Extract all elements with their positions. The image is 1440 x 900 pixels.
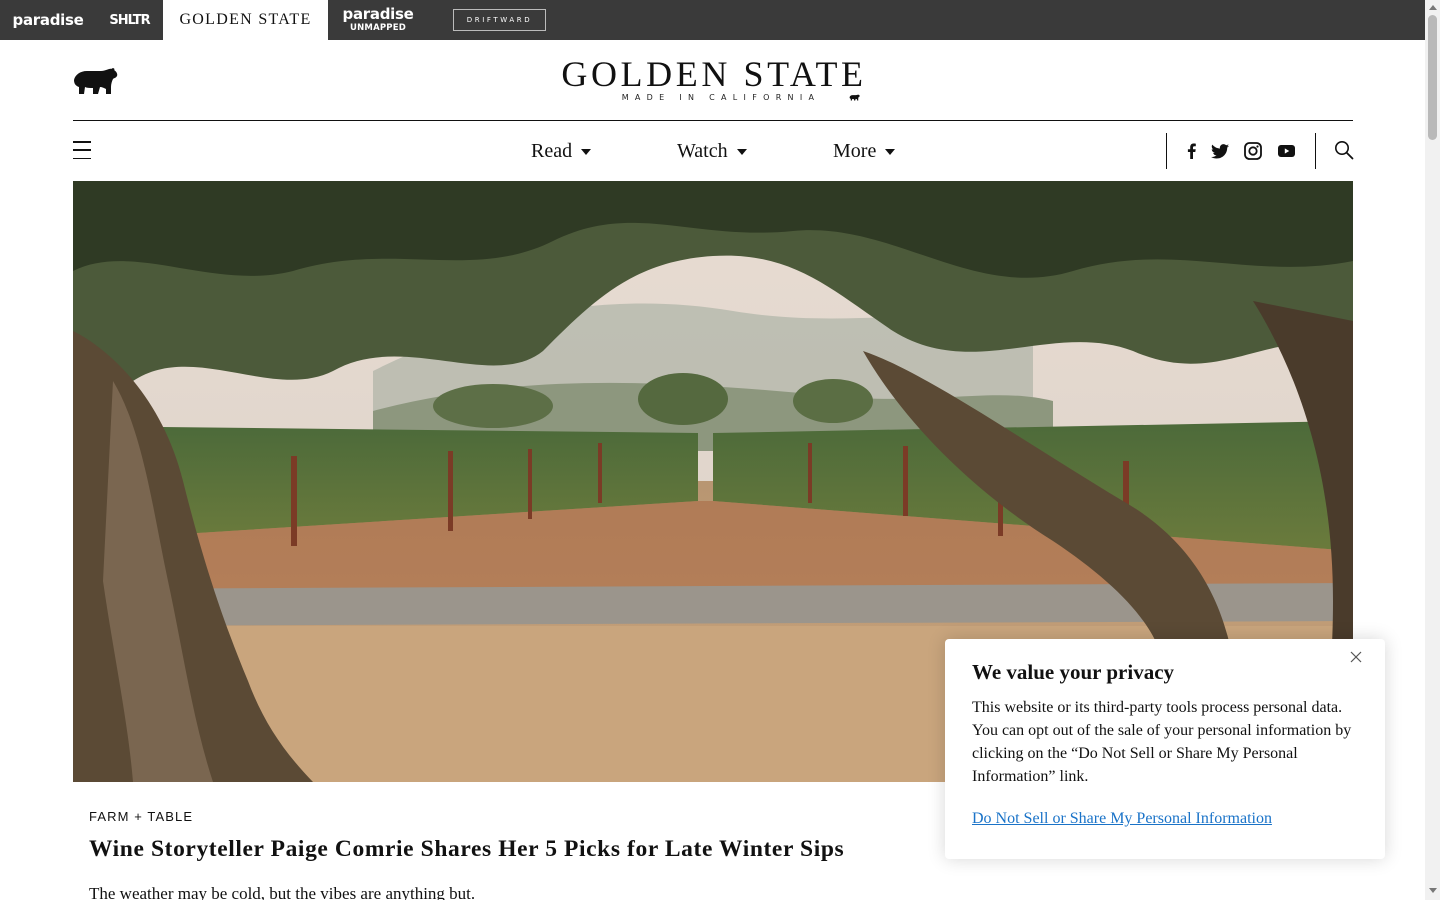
privacy-title: We value your privacy	[972, 660, 1175, 684]
nav-item-watch[interactable]: Watch	[677, 139, 747, 163]
article-dek: The weather may be cold, but the vibes a…	[89, 884, 476, 900]
scroll-down-arrow-icon[interactable]	[1429, 888, 1437, 893]
close-icon[interactable]	[1349, 650, 1363, 664]
network-link-shltr[interactable]: SHLTR	[96, 0, 163, 40]
article-category[interactable]: FARM + TABLE	[89, 809, 193, 824]
logo-subtitle: MADE IN CALIFORNIA	[574, 93, 868, 102]
nav-item-label: More	[833, 139, 877, 162]
nav-item-label: Read	[531, 139, 573, 162]
bear-icon[interactable]	[72, 66, 118, 96]
bear-icon	[849, 94, 860, 101]
article-headline[interactable]: Wine Storyteller Paige Comrie Shares Her…	[89, 836, 844, 863]
network-link-paradise[interactable]: paradise	[0, 0, 96, 40]
scroll-thumb[interactable]	[1428, 15, 1437, 140]
nav-divider	[1315, 133, 1316, 169]
nav-divider	[1166, 133, 1167, 169]
scroll-up-arrow-icon[interactable]	[1429, 5, 1437, 10]
network-link-driftward[interactable]: DRIFTWARD	[453, 9, 546, 31]
search-icon[interactable]	[1334, 140, 1354, 160]
network-link-sublabel: UNMAPPED	[350, 23, 406, 34]
caret-down-icon	[581, 148, 592, 155]
nav-item-label: Watch	[677, 139, 728, 162]
nav-item-more[interactable]: More	[833, 139, 896, 163]
network-link-paradise-unmapped[interactable]: paradise UNMAPPED	[328, 0, 428, 40]
header-divider	[73, 120, 1353, 121]
privacy-dialog: We value your privacy This website or it…	[945, 639, 1385, 859]
hamburger-menu-icon[interactable]	[73, 141, 91, 159]
youtube-icon[interactable]	[1276, 141, 1296, 161]
do-not-sell-link[interactable]: Do Not Sell or Share My Personal Informa…	[972, 810, 1272, 828]
network-bar: paradise SHLTR GOLDEN STATE paradise UNM…	[0, 0, 1425, 40]
network-link-golden-state[interactable]: GOLDEN STATE	[163, 0, 328, 40]
logo-subtitle-text: MADE IN CALIFORNIA	[621, 93, 821, 102]
logo-title: GOLDEN STATE	[561, 54, 867, 94]
nav-item-read[interactable]: Read	[531, 139, 592, 163]
site-logo[interactable]: GOLDEN STATE MADE IN CALIFORNIA	[560, 56, 868, 102]
privacy-body: This website or its third-party tools pr…	[972, 699, 1352, 785]
caret-down-icon	[885, 148, 896, 155]
caret-down-icon	[736, 148, 747, 155]
facebook-icon[interactable]	[1184, 141, 1198, 161]
network-link-label: paradise	[342, 5, 414, 24]
twitter-icon[interactable]	[1210, 141, 1230, 161]
instagram-icon[interactable]	[1243, 141, 1263, 161]
page-scrollbar[interactable]	[1425, 0, 1440, 900]
